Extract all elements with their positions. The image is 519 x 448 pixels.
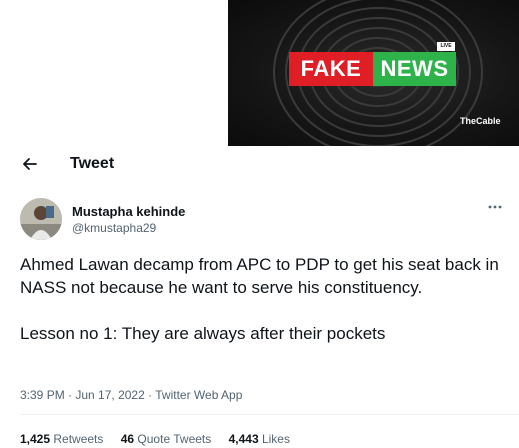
- avatar[interactable]: [20, 198, 62, 240]
- author-handle[interactable]: @kmustapha29: [72, 221, 156, 235]
- tweet-stats: 1,425 Retweets 46 Quote Tweets 4,443 Lik…: [20, 432, 304, 446]
- retweets-label: Retweets: [50, 432, 104, 446]
- likes-label: Likes: [258, 432, 290, 446]
- retweets-stat[interactable]: 1,425 Retweets: [20, 432, 103, 446]
- meta-separator: ·: [144, 388, 156, 402]
- tweet-paragraph: Ahmed Lawan decamp from APC to PDP to ge…: [20, 255, 499, 297]
- arrow-left-icon[interactable]: [20, 154, 40, 174]
- quote-tweets-label: Quote Tweets: [134, 432, 212, 446]
- likes-count: 4,443: [228, 432, 259, 446]
- news-label: NEWS: [373, 52, 456, 86]
- fake-label: FAKE: [289, 52, 373, 86]
- author-display-name[interactable]: Mustapha kehinde: [72, 204, 185, 219]
- page-title: Tweet: [70, 155, 115, 172]
- tweet-source[interactable]: Twitter Web App: [155, 388, 242, 402]
- more-horizontal-icon[interactable]: [486, 200, 504, 214]
- tweet-meta: 3:39 PM · Jun 17, 2022 · Twitter Web App: [20, 388, 242, 402]
- divider: [20, 414, 519, 415]
- tweet-paragraph: Lesson no 1: They are always after their…: [20, 324, 386, 343]
- live-badge: LIVE: [437, 42, 455, 51]
- quote-tweets-stat[interactable]: 46 Quote Tweets: [121, 432, 212, 446]
- tweet-text: Ahmed Lawan decamp from APC to PDP to ge…: [20, 253, 515, 345]
- tweet-time[interactable]: 3:39 PM: [20, 388, 65, 402]
- tweet-date[interactable]: Jun 17, 2022: [75, 388, 144, 402]
- likes-stat[interactable]: 4,443 Likes: [229, 432, 290, 446]
- meta-separator: ·: [64, 388, 76, 402]
- quote-tweets-count: 46: [120, 432, 135, 446]
- retweets-count: 1,425: [20, 432, 51, 446]
- thecable-logo: TheCable: [460, 116, 501, 126]
